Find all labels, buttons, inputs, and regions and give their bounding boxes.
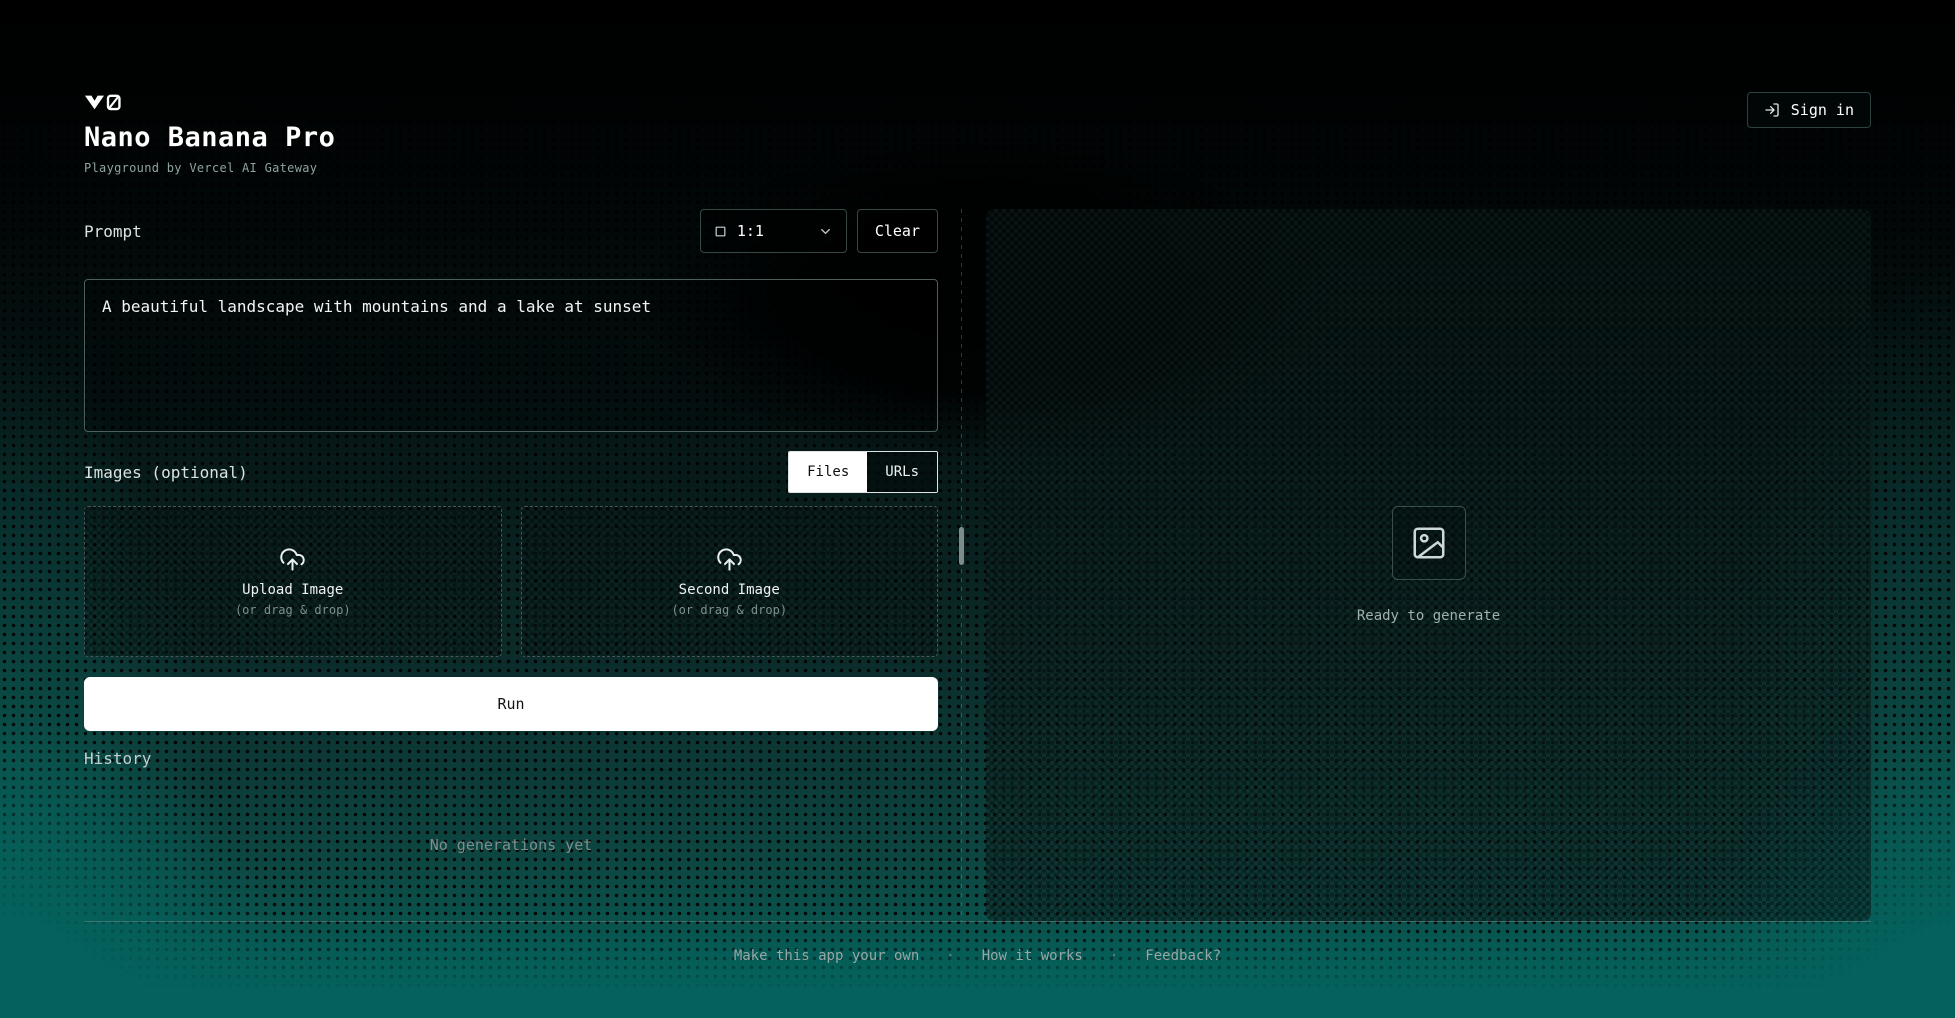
- preview-status-text: Ready to generate: [1357, 608, 1500, 624]
- prompt-label: Prompt: [84, 222, 142, 241]
- chevron-down-icon: [818, 224, 833, 239]
- panel-gutter: [938, 209, 986, 921]
- cloud-upload-icon: [279, 546, 306, 577]
- footer-link-feedback[interactable]: Feedback?: [1145, 948, 1221, 964]
- v0-logo-icon: [84, 92, 335, 112]
- image-source-toggle: Files URLs: [788, 451, 938, 493]
- footer: Make this app your own · How it works · …: [84, 921, 1871, 1018]
- header: Nano Banana Pro Playground by Vercel AI …: [84, 92, 1871, 175]
- tab-files[interactable]: Files: [789, 452, 867, 492]
- square-icon: [714, 225, 727, 238]
- panel-divider-line: [961, 209, 962, 921]
- cloud-upload-icon: [716, 546, 743, 577]
- footer-link-how-it-works[interactable]: How it works: [982, 948, 1083, 964]
- page: Nano Banana Pro Playground by Vercel AI …: [0, 0, 1955, 1018]
- second-image-dropzone[interactable]: Second Image (or drag & drop): [521, 506, 939, 657]
- history-label: History: [84, 749, 938, 768]
- run-button[interactable]: Run: [84, 677, 938, 731]
- images-toolbar: Images (optional) Files URLs: [84, 451, 938, 493]
- panel-resize-handle[interactable]: [959, 527, 964, 565]
- main: Prompt 1:1 Clear A beautiful landscape w…: [84, 209, 1871, 921]
- footer-links: Make this app your own · How it works · …: [84, 948, 1871, 964]
- prompt-textarea[interactable]: A beautiful landscape with mountains and…: [84, 279, 938, 432]
- controls-column: Prompt 1:1 Clear A beautiful landscape w…: [84, 209, 938, 921]
- tab-urls[interactable]: URLs: [867, 452, 937, 492]
- clear-button[interactable]: Clear: [857, 209, 938, 253]
- upload-dropzones: Upload Image (or drag & drop) Second Ima…: [84, 506, 938, 657]
- upload-hint: (or drag & drop): [671, 603, 787, 617]
- upload-image-dropzone[interactable]: Upload Image (or drag & drop): [84, 506, 502, 657]
- log-in-icon: [1764, 102, 1780, 118]
- footer-link-make-your-own[interactable]: Make this app your own: [734, 948, 919, 964]
- upload-title: Second Image: [679, 582, 780, 598]
- preview-panel: Ready to generate: [986, 209, 1871, 921]
- footer-separator: ·: [946, 948, 954, 964]
- image-icon: [1410, 524, 1448, 562]
- aspect-ratio-select[interactable]: 1:1: [700, 209, 847, 253]
- brand-block: Nano Banana Pro Playground by Vercel AI …: [84, 92, 335, 175]
- upload-hint: (or drag & drop): [235, 603, 351, 617]
- footer-separator: ·: [1110, 948, 1118, 964]
- images-label: Images (optional): [84, 463, 248, 482]
- upload-title: Upload Image: [242, 582, 343, 598]
- sign-in-label: Sign in: [1791, 101, 1854, 119]
- prompt-toolbar: Prompt 1:1 Clear: [84, 209, 938, 253]
- history-empty-state: No generations yet: [84, 768, 938, 921]
- image-placeholder-frame: [1392, 506, 1466, 580]
- sign-in-button[interactable]: Sign in: [1747, 92, 1871, 128]
- aspect-ratio-value: 1:1: [737, 222, 764, 240]
- page-title: Nano Banana Pro: [84, 122, 335, 153]
- page-subtitle: Playground by Vercel AI Gateway: [84, 161, 335, 175]
